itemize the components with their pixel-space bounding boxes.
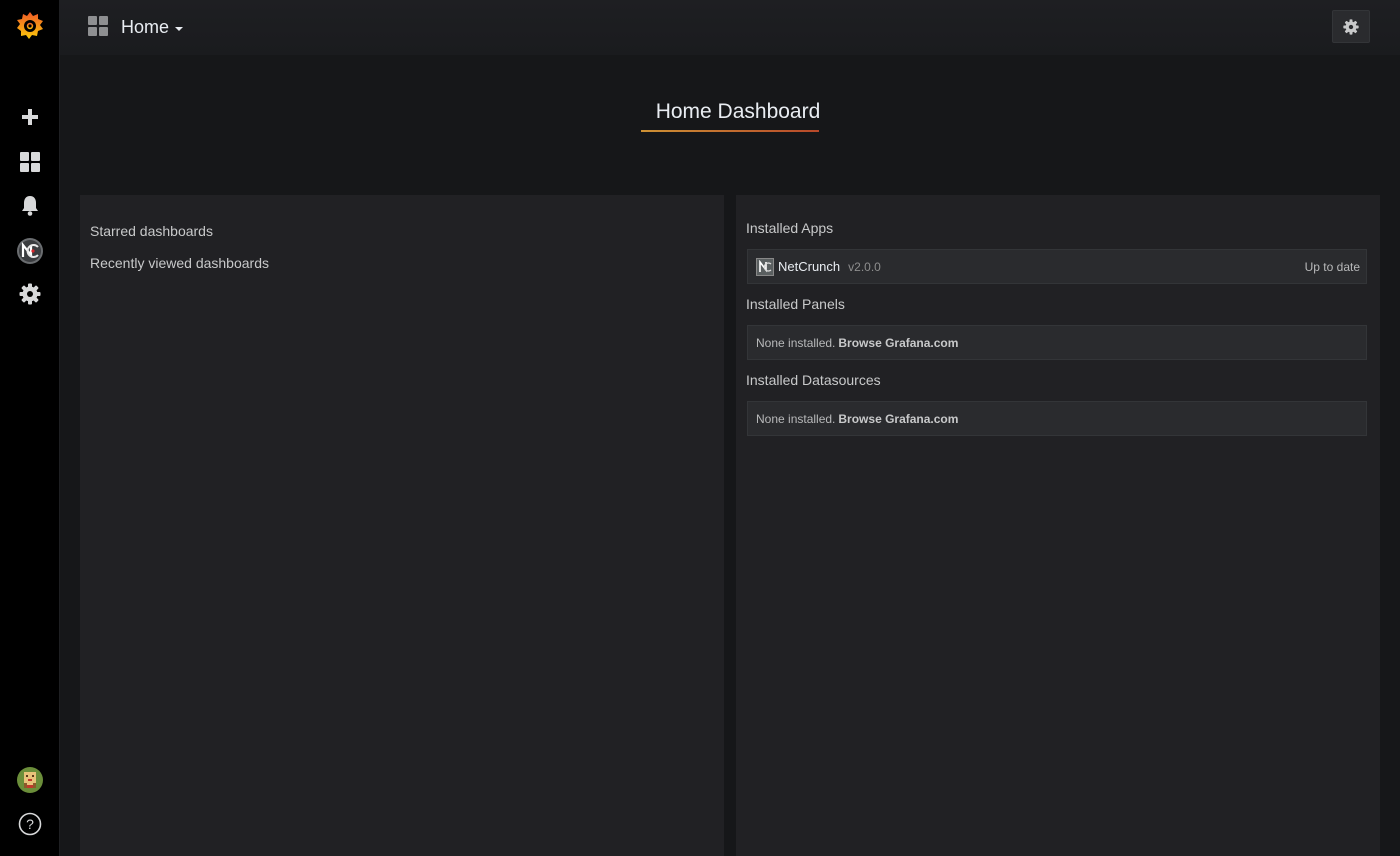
plugin-list-panel: Installed Apps NetCrunch v2.0.0 Up to da… [736,195,1380,856]
grafana-logo[interactable] [0,6,60,46]
netcrunch-icon [17,238,43,264]
dashboard-grid-icon [88,16,109,37]
dashboard-settings-button[interactable] [1332,10,1370,43]
browse-panels-link[interactable]: Browse Grafana.com [838,336,958,350]
dashboard-title: Home [121,16,170,37]
netcrunch-menu[interactable] [0,231,60,271]
gear-icon [1343,18,1359,35]
help-icon: ? [18,812,42,836]
main-area: Home Home Dashboard Starred dashboards R… [60,0,1400,856]
side-menu: ? [0,0,60,856]
grafana-logo-icon [17,12,43,39]
plus-icon [22,109,38,125]
installed-datasources-title: Installed Datasources [746,372,881,388]
alerting-menu[interactable] [0,186,60,226]
browse-datasources-link[interactable]: Browse Grafana.com [838,412,958,426]
datasources-empty-card: None installed. Browse Grafana.com [747,401,1367,436]
datasources-none-text: None installed. [756,411,836,426]
navbar: Home [60,0,1400,55]
configuration-menu[interactable] [0,274,60,314]
dashboard-picker[interactable]: Home [121,15,184,39]
app-update-status: Up to date [1304,259,1360,274]
starred-dashboards-header: Starred dashboards [90,223,213,239]
installed-apps-title: Installed Apps [746,220,834,236]
app-version: v2.0.0 [848,259,881,274]
avatar-icon [17,767,43,793]
title-underline [641,130,819,132]
page-title: Home Dashboard [655,100,821,123]
grid-icon [20,152,40,172]
svg-text:?: ? [26,816,34,832]
caret-down-icon [175,26,184,31]
profile-menu[interactable] [0,760,60,800]
create-menu[interactable] [0,97,60,137]
installed-panels-title: Installed Panels [746,296,845,312]
recently-viewed-header: Recently viewed dashboards [90,255,269,271]
bell-icon [22,196,38,216]
app-name[interactable]: NetCrunch [778,259,840,274]
dashlist-panel: Starred dashboards Recently viewed dashb… [80,195,724,856]
app-card-netcrunch[interactable]: NetCrunch v2.0.0 Up to date [747,249,1367,284]
panels-none-text: None installed. [756,335,836,350]
gear-icon [19,283,41,305]
netcrunch-app-icon [756,257,774,276]
panels-empty-card: None installed. Browse Grafana.com [747,325,1367,360]
dashboards-menu[interactable] [0,142,60,182]
help-menu[interactable]: ? [0,804,60,844]
